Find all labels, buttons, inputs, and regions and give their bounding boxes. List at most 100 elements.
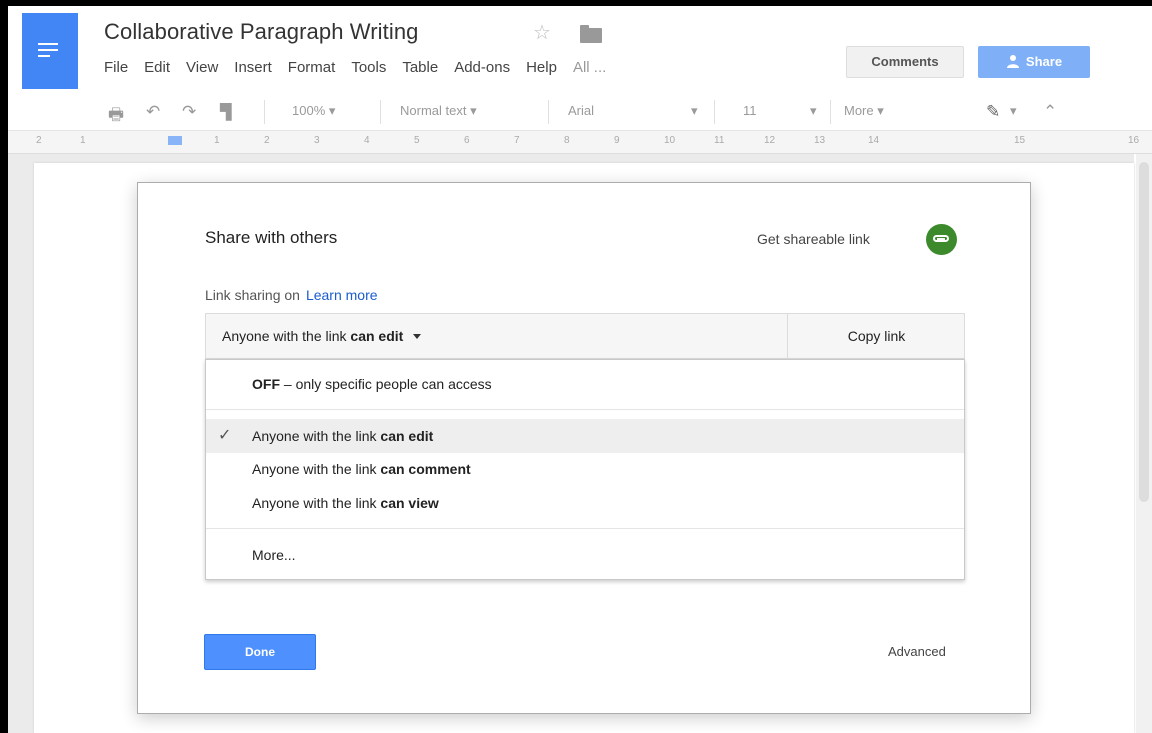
redo-icon[interactable]: ↷ [182, 102, 196, 122]
ruler-mark: 4 [364, 135, 370, 146]
menu-insert[interactable]: Insert [234, 59, 272, 76]
paint-format-icon[interactable]: ▜ [220, 103, 232, 121]
toolbar-separator [714, 100, 715, 124]
option-off-text: – only specific people can access [280, 376, 492, 392]
ruler-mark: 10 [664, 135, 676, 146]
ruler-mark: 2 [36, 135, 42, 146]
done-button[interactable]: Done [204, 634, 316, 670]
toolbar-separator [264, 100, 265, 124]
link-sharing-status-text: Link sharing on [205, 287, 300, 303]
ruler-mark: 7 [514, 135, 520, 146]
person-icon [1006, 55, 1019, 68]
scrollbar-thumb[interactable] [1139, 162, 1149, 502]
indent-marker[interactable] [168, 136, 182, 145]
toolbar-separator [380, 100, 381, 124]
font-dropdown-arrow[interactable]: ▾ [691, 103, 698, 119]
option-can-comment-text: Anyone with the link [252, 461, 381, 477]
zoom-select[interactable]: 100% ▾ [292, 103, 335, 119]
ruler-mark: 11 [714, 135, 725, 146]
permission-row: Anyone with the link can edit Copy link [205, 313, 965, 359]
ruler-mark: 1 [214, 135, 220, 146]
size-value: 11 [743, 103, 757, 118]
menu-tools[interactable]: Tools [351, 59, 386, 76]
font-select[interactable]: Arial [568, 103, 594, 118]
share-button[interactable]: Share [978, 46, 1090, 78]
menu-view[interactable]: View [186, 59, 218, 76]
toolbar-separator [548, 100, 549, 124]
copy-link-button[interactable]: Copy link [787, 314, 965, 358]
size-dropdown-arrow[interactable]: ▾ [810, 103, 817, 119]
advanced-link[interactable]: Advanced [888, 644, 946, 659]
more-value: More [844, 103, 874, 118]
menu-format[interactable]: Format [288, 59, 336, 76]
ruler-mark: 16 [1128, 135, 1140, 146]
docs-logo-icon[interactable] [22, 13, 78, 89]
option-can-view[interactable]: Anyone with the link can view [206, 486, 964, 520]
caret-down-icon [413, 334, 422, 339]
menu-file[interactable]: File [104, 59, 128, 76]
ruler[interactable]: 2 1 1 2 3 4 5 6 7 8 9 10 11 12 13 14 15 … [8, 131, 1152, 154]
style-value: Normal text [400, 103, 467, 118]
mode-dropdown-arrow[interactable]: ▾ [1010, 103, 1017, 119]
print-icon[interactable]: 🖶 [108, 102, 124, 131]
option-more-text: More... [252, 547, 296, 563]
menu-addons[interactable]: Add-ons [454, 59, 510, 76]
link-sharing-status: Link sharing on Learn more [205, 287, 378, 303]
option-can-comment-bold: can comment [380, 461, 471, 477]
menu-separator [206, 528, 964, 529]
ruler-mark: 12 [764, 135, 776, 146]
option-can-view-bold: can view [380, 495, 439, 511]
menu-edit[interactable]: Edit [144, 59, 170, 76]
ruler-mark: 15 [1014, 135, 1026, 146]
get-shareable-link[interactable]: Get shareable link [757, 231, 870, 247]
style-select[interactable]: Normal text ▾ [400, 103, 477, 119]
learn-more-link[interactable]: Learn more [306, 287, 378, 303]
permission-prefix: Anyone with the link [222, 328, 347, 344]
ruler-mark: 9 [614, 135, 620, 146]
vertical-scrollbar[interactable] [1136, 154, 1152, 733]
option-off-bold: OFF [252, 376, 280, 392]
menu-table[interactable]: Table [402, 59, 438, 76]
frame-left-border [0, 0, 8, 733]
ruler-mark: 14 [868, 135, 880, 146]
option-can-edit[interactable]: ✓ Anyone with the link can edit [206, 419, 964, 453]
permission-level: can edit [350, 328, 404, 344]
ruler-mark: 8 [564, 135, 570, 146]
app-header: Collaborative Paragraph Writing ☆ File E… [8, 6, 1152, 94]
more-select[interactable]: More ▾ [844, 103, 884, 119]
ruler-mark: 13 [814, 135, 826, 146]
undo-icon[interactable]: ↶ [146, 102, 160, 122]
dialog-title: Share with others [205, 228, 338, 247]
collapse-icon[interactable]: ⌃ [1043, 102, 1057, 122]
pencil-icon[interactable]: ✎ [986, 102, 1000, 122]
option-off[interactable]: OFF – only specific people can access [206, 367, 964, 401]
ruler-mark: 1 [80, 135, 86, 146]
option-can-view-text: Anyone with the link [252, 495, 381, 511]
share-dialog: Share with others Get shareable link Lin… [137, 182, 1031, 714]
size-select[interactable]: 11 [743, 103, 757, 118]
menu-separator [206, 409, 964, 410]
ruler-mark: 2 [264, 135, 270, 146]
document-title[interactable]: Collaborative Paragraph Writing [104, 19, 419, 45]
toolbar-separator [830, 100, 831, 124]
ruler-mark: 3 [314, 135, 320, 146]
font-value: Arial [568, 103, 595, 118]
option-more[interactable]: More... [206, 538, 964, 572]
menu-bar: File Edit View Insert Format Tools Table… [104, 59, 622, 76]
folder-icon[interactable] [580, 25, 602, 43]
option-can-edit-text: Anyone with the link [252, 428, 381, 444]
formatting-toolbar: 🖶 ↶ ↷ ▜ 100% ▾ Normal text ▾ Arial ▾ 11 … [8, 94, 1152, 131]
menu-help[interactable]: Help [526, 59, 557, 76]
star-icon[interactable]: ☆ [533, 20, 551, 45]
option-can-comment[interactable]: Anyone with the link can comment [206, 452, 964, 486]
zoom-value: 100% [292, 103, 326, 118]
option-can-edit-bold: can edit [380, 428, 434, 444]
check-icon: ✓ [218, 427, 232, 444]
permission-menu: OFF – only specific people can access ✓ … [205, 359, 965, 580]
share-button-label: Share [1025, 54, 1063, 69]
permission-dropdown[interactable]: Anyone with the link can edit [206, 314, 787, 358]
link-icon[interactable] [926, 224, 957, 255]
ruler-mark: 5 [414, 135, 420, 146]
comments-button[interactable]: Comments [846, 46, 964, 78]
menu-all-changes[interactable]: All ... [573, 59, 606, 76]
